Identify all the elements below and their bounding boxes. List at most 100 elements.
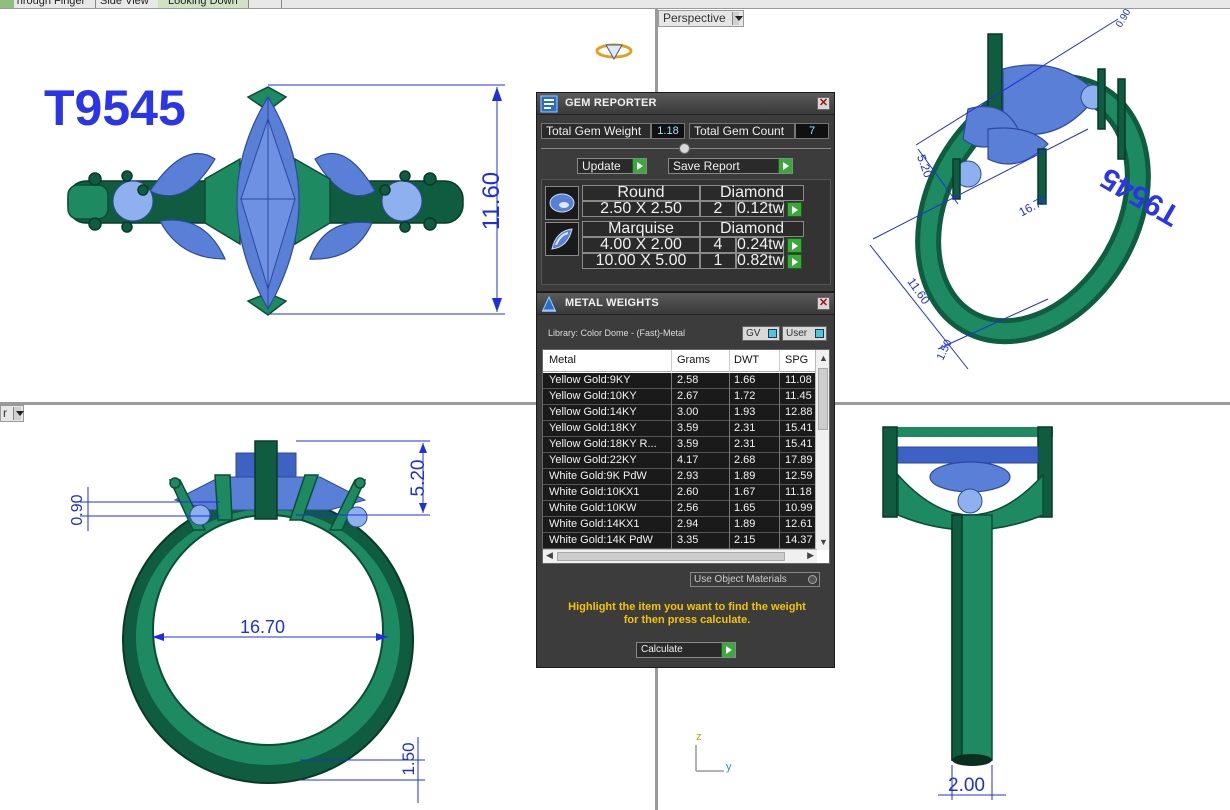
front-dim-prong: 0.90 <box>69 494 86 526</box>
table-row[interactable]: Yellow Gold:10KY 2.67 1.72 11.45 <box>543 389 817 405</box>
select-gem-marquise-small-button[interactable] <box>787 238 802 253</box>
use-object-materials-toggle[interactable]: Use Object Materials <box>690 572 820 587</box>
column-separator <box>729 533 730 549</box>
chevron-down-icon[interactable] <box>731 12 744 25</box>
table-row[interactable]: White Gold:14KX1 2.94 1.89 12.61 <box>543 517 817 533</box>
metal-weights-titlebar[interactable]: METAL WEIGHTS ✕ <box>537 293 834 315</box>
dim-height-label: 11.60 <box>478 171 505 231</box>
gem-material-cell[interactable]: Diamond <box>700 185 804 201</box>
table-row[interactable]: Yellow Gold:9KY 2.58 1.66 11.08 <box>543 373 817 389</box>
column-header-grams[interactable]: Grams <box>677 354 710 366</box>
toggle-indicator-icon <box>815 329 824 338</box>
axis-z-label: z <box>696 731 702 743</box>
metal-cell-spg: 12.61 <box>785 518 813 530</box>
tab-side-view[interactable]: Side View <box>90 0 160 8</box>
save-report-button[interactable]: Save Report <box>668 158 793 174</box>
gem-weight-cell[interactable]: 0.82tw <box>736 253 784 269</box>
round-gem-thumbnail[interactable] <box>545 186 579 220</box>
metal-cell-metal: Yellow Gold:18KY R... <box>549 438 657 450</box>
metal-cell-spg: 11.45 <box>785 390 812 402</box>
user-toggle-button[interactable]: User <box>782 326 827 341</box>
perspective-view-selector[interactable]: Perspective <box>658 10 744 27</box>
front-dim-band: 1.50 <box>399 742 418 776</box>
column-separator <box>729 421 730 437</box>
column-separator <box>671 453 672 469</box>
scroll-up-icon[interactable]: ▲ <box>819 353 828 363</box>
play-icon <box>721 643 735 657</box>
toggle-indicator-icon <box>768 329 777 338</box>
scroll-left-icon[interactable]: ◀ <box>546 550 553 561</box>
scroll-down-icon[interactable]: ▼ <box>819 537 828 547</box>
column-separator <box>729 469 730 485</box>
chevron-down-icon[interactable] <box>13 407 24 420</box>
hint-line-2: for then press calculate. <box>623 614 751 626</box>
metal-weight-table[interactable]: Metal Grams DWT SPG Yellow Gold:9KY 2.58 1… <box>542 349 830 564</box>
table-row[interactable]: White Gold:10KW 2.56 1.65 10.99 <box>543 501 817 517</box>
gem-size-cell[interactable]: 10.00 X 5.00 <box>582 253 700 269</box>
marquise-gem-thumbnail[interactable] <box>545 222 579 256</box>
metal-cell-grams: 2.67 <box>677 390 699 402</box>
table-row[interactable]: White Gold:10KX1 2.60 1.67 11.18 <box>543 485 817 501</box>
column-header-spg[interactable]: SPG <box>785 354 808 366</box>
gem-weight-cell[interactable]: 0.12tw <box>736 201 784 217</box>
radio-icon <box>808 575 817 584</box>
metal-cell-metal: Yellow Gold:22KY <box>549 454 637 466</box>
table-row[interactable]: Yellow Gold:18KY 3.59 2.31 15.41 <box>543 421 817 437</box>
column-separator <box>729 437 730 453</box>
table-row[interactable]: White Gold:14K PdW 3.35 2.15 14.37 <box>543 533 817 549</box>
metal-cell-grams: 4.17 <box>677 454 699 466</box>
tab-extra[interactable] <box>256 0 282 8</box>
metal-cell-grams: 3.00 <box>677 406 699 418</box>
metal-cell-spg: 15.41 <box>785 422 813 434</box>
horizontal-scroll-thumb[interactable] <box>557 552 785 561</box>
table-row[interactable]: Yellow Gold:18KY R... 3.59 2.31 15.41 <box>543 437 817 453</box>
model-code-label: T9545 <box>44 80 186 136</box>
metal-weights-close-button[interactable]: ✕ <box>817 297 830 310</box>
column-separator <box>671 517 672 533</box>
front-view-selector[interactable]: r <box>0 405 24 422</box>
gem-reporter-title: GEM REPORTER <box>565 97 657 109</box>
table-row[interactable]: Yellow Gold:14KY 3.00 1.93 12.88 <box>543 405 817 421</box>
total-gem-weight-value: 1.18 <box>651 123 685 139</box>
vertical-scroll-thumb[interactable] <box>818 368 828 430</box>
gem-count-cell[interactable]: 2 <box>700 201 736 217</box>
total-gem-weight-label: Total Gem Weight <box>541 123 651 139</box>
tab-looking-down[interactable]: Looking Down <box>158 0 249 8</box>
gem-shape-cell[interactable]: Marquise <box>582 221 700 237</box>
metal-cell-grams: 3.59 <box>677 422 699 434</box>
use-object-materials-label: Use Object Materials <box>694 574 787 585</box>
column-separator <box>779 469 780 485</box>
column-header-metal[interactable]: Metal <box>549 354 576 366</box>
column-separator <box>779 389 780 405</box>
gem-shape-cell[interactable]: Round <box>582 185 700 201</box>
metal-cell-metal: Yellow Gold:14KY <box>549 406 637 418</box>
tab-through-finger[interactable]: Through Finger <box>0 0 97 8</box>
select-gem-marquise-large-button[interactable] <box>787 254 802 269</box>
table-row[interactable]: White Gold:9K PdW 2.93 1.89 12.59 <box>543 469 817 485</box>
gv-toggle-button[interactable]: GV <box>742 326 780 341</box>
gem-reporter-close-button[interactable]: ✕ <box>817 97 830 110</box>
gem-reporter-titlebar[interactable]: GEM REPORTER ✕ <box>537 93 834 115</box>
gem-count-cell[interactable]: 4 <box>700 237 736 253</box>
gem-material-cell[interactable]: Diamond <box>700 221 804 237</box>
horizontal-scrollbar[interactable]: ◀ ▶ <box>543 549 817 563</box>
update-button[interactable]: Update <box>577 158 647 174</box>
metal-cell-dwt: 1.93 <box>734 406 756 418</box>
metal-cell-metal: Yellow Gold:18KY <box>549 422 637 434</box>
calculate-button[interactable]: Calculate <box>636 642 736 658</box>
column-separator <box>779 501 780 517</box>
gem-count-cell[interactable]: 1 <box>700 253 736 269</box>
metal-cell-dwt: 1.89 <box>734 518 756 530</box>
metal-weights-panel: METAL WEIGHTS ✕ Library: Color Dome - (F… <box>536 292 835 668</box>
vertical-scrollbar[interactable]: ▲ ▼ <box>815 350 829 550</box>
gem-size-cell[interactable]: 4.00 X 2.00 <box>582 237 700 253</box>
gem-weight-cell[interactable]: 0.24tw <box>736 237 784 253</box>
scroll-right-icon[interactable]: ▶ <box>807 550 814 561</box>
tab-dropdown-icon[interactable] <box>0 0 14 8</box>
select-gem-round-button[interactable] <box>787 202 802 217</box>
column-header-dwt[interactable]: DWT <box>734 354 759 366</box>
ring-logo-icon <box>595 43 633 61</box>
gem-size-cell[interactable]: 2.50 X 2.50 <box>582 201 700 217</box>
collapse-handle-icon[interactable] <box>679 143 690 154</box>
table-row[interactable]: Yellow Gold:22KY 4.17 2.68 17.89 <box>543 453 817 469</box>
